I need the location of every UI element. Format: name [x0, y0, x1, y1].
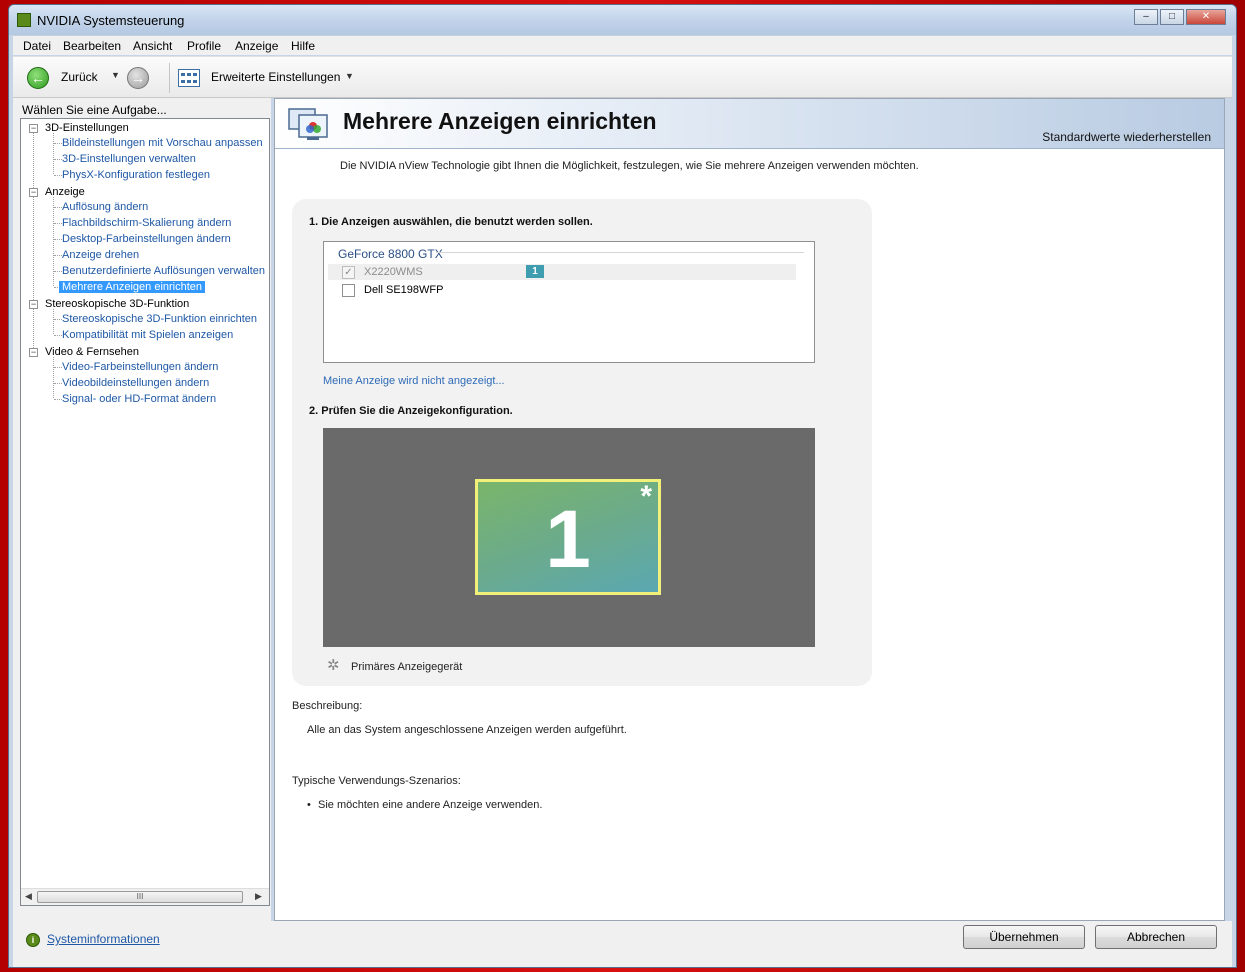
display-number-badge: 1: [526, 265, 544, 278]
grid-icon[interactable]: [178, 69, 200, 87]
display-checkbox[interactable]: [342, 284, 355, 297]
menu-hilfe[interactable]: Hilfe: [291, 39, 315, 53]
tree-item-farbeinstellungen[interactable]: Desktop-Farbeinstellungen ändern: [62, 233, 231, 245]
tree-group-video[interactable]: Video & Fernsehen: [45, 346, 139, 358]
tree-item-videobild[interactable]: Videobildeinstellungen ändern: [62, 377, 209, 389]
desktop-background: NVIDIA Systemsteuerung – □ ✕ Datei Bearb…: [0, 0, 1245, 972]
monitor-number: 1: [545, 494, 591, 585]
scroll-right-icon[interactable]: ▶: [255, 891, 262, 902]
tree-item-benutzerdefiniert[interactable]: Benutzerdefinierte Auflösungen verwalten: [62, 265, 265, 277]
tree-horizontal-scrollbar[interactable]: ◀ III ▶: [21, 888, 269, 905]
system-information-link[interactable]: Systeminformationen: [47, 932, 160, 946]
window-title: NVIDIA Systemsteuerung: [37, 13, 185, 28]
menu-profile[interactable]: Profile: [187, 39, 221, 53]
advanced-settings-button[interactable]: Erweiterte Einstellungen: [211, 70, 340, 84]
chevron-down-icon[interactable]: ▼: [345, 71, 354, 81]
step1-heading: 1. Die Anzeigen auswählen, die benutzt w…: [309, 216, 593, 228]
task-sidebar: Wählen Sie eine Aufgabe... − 3D-Einstell…: [13, 98, 271, 921]
minimize-button[interactable]: –: [1134, 9, 1158, 25]
toolbar: ← Zurück ▼ → Erweiterte Einstellungen ▼: [13, 56, 1232, 98]
multi-display-icon: [288, 108, 328, 140]
tree-item-bildeinstellungen[interactable]: Bildeinstellungen mit Vorschau anpassen: [62, 137, 263, 149]
display-row[interactable]: Dell SE198WFP: [328, 282, 796, 298]
menu-ansicht[interactable]: Ansicht: [133, 39, 172, 53]
step2-heading: 2. Prüfen Sie die Anzeigekonfiguration.: [309, 405, 513, 417]
collapse-icon[interactable]: −: [29, 124, 38, 133]
configuration-panel: 1. Die Anzeigen auswählen, die benutzt w…: [292, 199, 872, 686]
cancel-button[interactable]: Abbrechen: [1095, 925, 1217, 949]
title-bar[interactable]: NVIDIA Systemsteuerung – □ ✕: [9, 5, 1236, 35]
arrow-left-icon[interactable]: ←: [27, 67, 49, 89]
tree-item-physx[interactable]: PhysX-Konfiguration festlegen: [62, 169, 210, 181]
nvidia-info-icon[interactable]: i: [26, 933, 40, 947]
display-configuration-preview: 1 *: [323, 428, 815, 647]
app-window: NVIDIA Systemsteuerung – □ ✕ Datei Bearb…: [8, 4, 1237, 968]
display-name: X2220WMS: [364, 266, 423, 278]
tree-item-kompatibilitaet[interactable]: Kompatibilität mit Spielen anzeigen: [62, 329, 233, 341]
display-checkbox[interactable]: ✓: [342, 266, 355, 279]
task-tree: − 3D-Einstellungen Bildeinstellungen mit…: [20, 118, 270, 906]
tree-group-stereo[interactable]: Stereoskopische 3D-Funktion: [45, 298, 189, 310]
scroll-left-icon[interactable]: ◀: [25, 891, 32, 902]
menu-datei[interactable]: Datei: [23, 39, 51, 53]
maximize-button[interactable]: □: [1160, 9, 1184, 25]
star-icon: ✲: [327, 657, 340, 674]
primary-display-legend: Primäres Anzeigegerät: [351, 661, 463, 673]
collapse-icon[interactable]: −: [29, 348, 38, 357]
display-selection-box: GeForce 8800 GTX ✓ X2220WMS 1 Dell SE198…: [323, 241, 815, 363]
tree-item-mehrere-anzeigen[interactable]: Mehrere Anzeigen einrichten: [59, 281, 206, 293]
menu-bearbeiten[interactable]: Bearbeiten: [63, 39, 121, 53]
restore-defaults-link[interactable]: Standardwerte wiederherstellen: [1042, 130, 1211, 144]
menu-anzeige[interactable]: Anzeige: [235, 39, 278, 53]
scenario-item: Sie möchten eine andere Anzeige verwende…: [318, 799, 543, 811]
page-title: Mehrere Anzeigen einrichten: [343, 108, 657, 134]
scroll-thumb[interactable]: III: [37, 891, 243, 903]
page-description: Die NVIDIA nView Technologie gibt Ihnen …: [340, 160, 919, 172]
bullet-icon: •: [307, 799, 311, 811]
scenarios-heading: Typische Verwendungs-Szenarios:: [292, 775, 461, 787]
tree-group-3d[interactable]: 3D-Einstellungen: [45, 122, 129, 134]
tree-item-3d-verwalten[interactable]: 3D-Einstellungen verwalten: [62, 153, 196, 165]
nvidia-app-icon: [17, 13, 31, 27]
apply-button[interactable]: Übernehmen: [963, 925, 1085, 949]
display-row[interactable]: ✓ X2220WMS 1: [328, 264, 796, 280]
content-pane: Mehrere Anzeigen einrichten Standardwert…: [274, 98, 1225, 921]
tree-item-skalierung[interactable]: Flachbildschirm-Skalierung ändern: [62, 217, 231, 229]
tree-item-video-farbe[interactable]: Video-Farbeinstellungen ändern: [62, 361, 218, 373]
collapse-icon[interactable]: −: [29, 300, 38, 309]
back-button-label[interactable]: Zurück: [61, 70, 98, 84]
close-button[interactable]: ✕: [1186, 9, 1226, 25]
chevron-down-icon[interactable]: ▼: [111, 70, 120, 80]
tree-item-stereo-einrichten[interactable]: Stereoskopische 3D-Funktion einrichten: [62, 313, 257, 325]
description-text: Alle an das System angeschlossene Anzeig…: [307, 724, 627, 736]
gpu-name: GeForce 8800 GTX: [338, 247, 443, 261]
arrow-right-icon[interactable]: →: [127, 67, 149, 89]
menu-bar: Datei Bearbeiten Ansicht Profile Anzeige…: [13, 35, 1232, 55]
tree-item-signal[interactable]: Signal- oder HD-Format ändern: [62, 393, 216, 405]
toolbar-separator: [169, 63, 170, 93]
primary-display-marker: *: [640, 480, 652, 513]
description-heading: Beschreibung:: [292, 700, 363, 712]
collapse-icon[interactable]: −: [29, 188, 38, 197]
monitor-tile[interactable]: 1 *: [475, 479, 661, 595]
display-not-shown-link[interactable]: Meine Anzeige wird nicht angezeigt...: [323, 375, 505, 387]
display-name: Dell SE198WFP: [364, 284, 444, 296]
tree-item-aufloesung[interactable]: Auflösung ändern: [62, 201, 148, 213]
tree-item-drehen[interactable]: Anzeige drehen: [62, 249, 139, 261]
sidebar-heading: Wählen Sie eine Aufgabe...: [22, 103, 167, 117]
page-header: Mehrere Anzeigen einrichten Standardwert…: [275, 99, 1224, 149]
tree-group-anzeige[interactable]: Anzeige: [45, 186, 85, 198]
